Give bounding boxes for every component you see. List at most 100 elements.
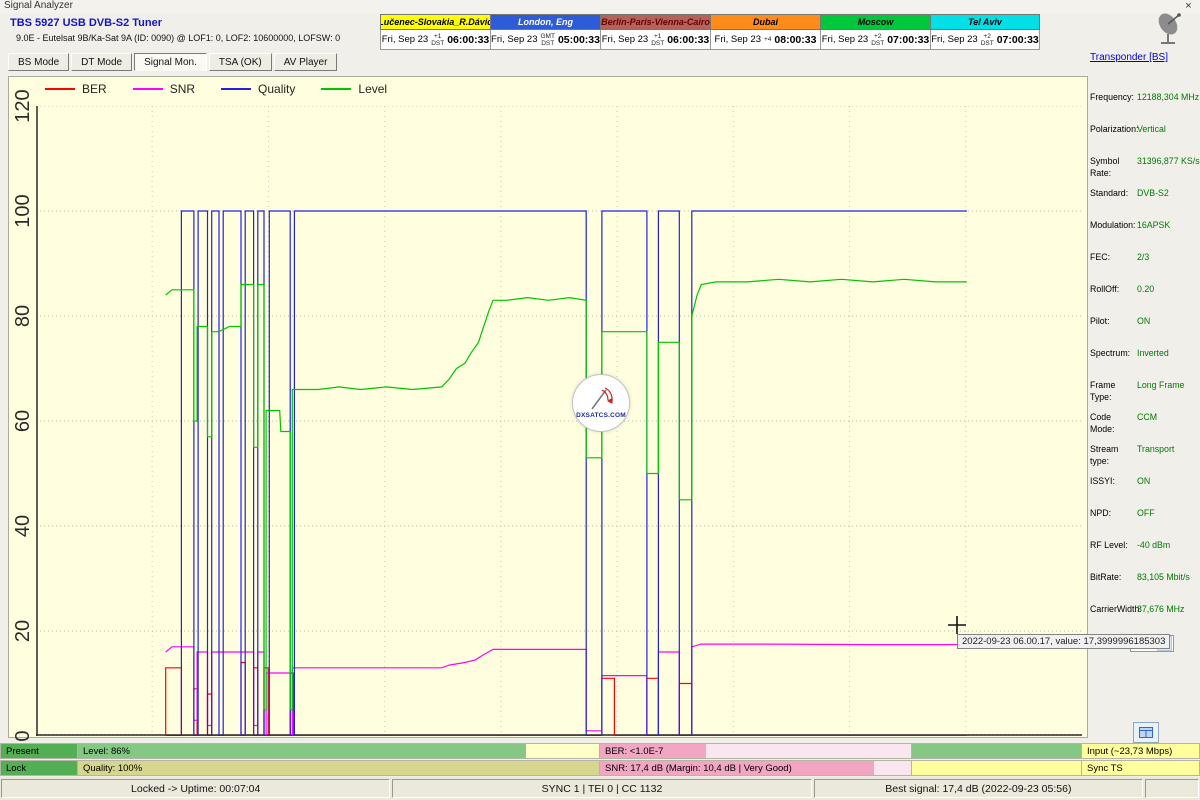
legend-snr: SNR bbox=[133, 82, 195, 96]
clock-moscow: MoscowFri, Sep 23+2DST07:00:33 bbox=[820, 14, 930, 50]
clock-datetime: Fri, Sep 23+408:00:33 bbox=[710, 30, 820, 50]
tab-dt-mode[interactable]: DT Mode bbox=[71, 53, 132, 71]
transponder-panel-title: Transponder [BS] bbox=[1090, 52, 1198, 63]
bar-label: Quality: 100% bbox=[78, 763, 142, 774]
clock-time: 06:00:33 bbox=[447, 34, 489, 46]
field-npd: NPD:OFF bbox=[1090, 507, 1198, 520]
panel-button[interactable] bbox=[1133, 722, 1159, 743]
legend-level: Level bbox=[321, 82, 387, 96]
clock-city-label: Lučenec-Slovakia_R.Dávid bbox=[380, 14, 490, 30]
field-value: Inverted bbox=[1137, 347, 1169, 359]
field-label: Polarization: bbox=[1090, 123, 1137, 135]
field-spectrum: Spectrum:Inverted bbox=[1090, 347, 1198, 360]
field-frequency: Frequency:12188,304 MHz bbox=[1090, 91, 1198, 104]
tab-signal-mon[interactable]: Signal Mon. bbox=[134, 53, 207, 71]
field-rolloff: RollOff:0.20 bbox=[1090, 283, 1198, 296]
uptime-status: Locked -> Uptime: 00:07:04 bbox=[1, 779, 390, 798]
plot-canvas[interactable] bbox=[36, 106, 1082, 736]
field-label: Modulation: bbox=[1090, 219, 1137, 231]
signal-analyzer-window: Signal Analyzer × TBS 5927 USB DVB-S2 Tu… bbox=[0, 0, 1200, 800]
clock-city-label: Moscow bbox=[820, 14, 930, 30]
field-value: 2/3 bbox=[1137, 251, 1149, 263]
field-label: BitRate: bbox=[1090, 571, 1137, 583]
plot-area[interactable] bbox=[36, 106, 1082, 736]
clock-date: Fri, Sep 23 bbox=[382, 34, 428, 45]
field-stream-type: Stream type:Transport bbox=[1090, 443, 1198, 456]
field-fec: FEC:2/3 bbox=[1090, 251, 1198, 264]
field-value: -40 dBm bbox=[1137, 539, 1170, 551]
world-clocks: Lučenec-Slovakia_R.DávidFri, Sep 23+1DST… bbox=[380, 14, 1040, 50]
sync-ts-label: Sync TS bbox=[1082, 760, 1200, 776]
clock-berl-n-paris-vienna-cairo: Berlín-Paris-Vienna-CairoFri, Sep 23+1DS… bbox=[600, 14, 710, 50]
field-label: Code Mode: bbox=[1090, 411, 1137, 435]
field-value: 37,676 MHz bbox=[1137, 603, 1184, 615]
signal-chart[interactable]: BERSNRQualityLevel DXSATCS.COM 020406080… bbox=[8, 76, 1088, 738]
best-signal-status: Best signal: 17,4 dB (2022-09-23 05:56) bbox=[814, 779, 1143, 798]
field-value: DVB-S2 bbox=[1137, 187, 1169, 199]
sync-status: SYNC 1 | TEI 0 | CC 1132 bbox=[392, 779, 811, 798]
field-value: 12188,304 MHz bbox=[1137, 91, 1199, 103]
clock-offset: +2DST bbox=[981, 33, 994, 47]
field-label: Standard: bbox=[1090, 187, 1137, 199]
monitor-rows: PresentLevel: 86%BER: <1.0E-7Input (~23,… bbox=[0, 743, 1200, 777]
legend-quality: Quality bbox=[221, 82, 295, 96]
field-standard: Standard:DVB-S2 bbox=[1090, 187, 1198, 200]
present-flag: Present bbox=[0, 743, 78, 759]
field-bitrate: BitRate:83,105 Mbit/s bbox=[1090, 571, 1198, 584]
field-polarization: Polarization:Vertical bbox=[1090, 123, 1198, 136]
field-pilot: Pilot:ON bbox=[1090, 315, 1198, 328]
titlebar: Signal Analyzer × bbox=[0, 0, 1200, 13]
mode-tabs: BS ModeDT ModeSignal Mon.TSA (OK)AV Play… bbox=[8, 53, 337, 71]
legend-label: BER bbox=[82, 82, 107, 96]
clock-date: Fri, Sep 23 bbox=[931, 34, 977, 45]
input-label: Input (~23,73 Mbps) bbox=[1082, 743, 1200, 759]
y-axis-label: 120 bbox=[12, 86, 32, 126]
field-value: 83,105 Mbit/s bbox=[1137, 571, 1190, 583]
dxsatcs-logo-graphic bbox=[586, 387, 616, 411]
field-rf-level: RF Level:-40 dBm bbox=[1090, 539, 1198, 552]
legend-line-icon bbox=[321, 88, 351, 90]
field-label: NPD: bbox=[1090, 507, 1137, 519]
clock-time: 07:00:33 bbox=[997, 34, 1039, 46]
field-label: RF Level: bbox=[1090, 539, 1137, 551]
clock-date: Fri, Sep 23 bbox=[602, 34, 648, 45]
field-value: Vertical bbox=[1137, 123, 1166, 135]
clock-date: Fri, Sep 23 bbox=[491, 34, 537, 45]
field-label: ISSYI: bbox=[1090, 475, 1137, 487]
bar-label: Level: 86% bbox=[78, 746, 130, 757]
clock-dubai: DubaiFri, Sep 23+408:00:33 bbox=[710, 14, 820, 50]
clock-city-label: Tel Aviv bbox=[930, 14, 1040, 30]
field-label: Spectrum: bbox=[1090, 347, 1137, 359]
quality-bar: Quality: 100% bbox=[78, 760, 600, 776]
field-value: 0.20 bbox=[1137, 283, 1154, 295]
clock-time: 06:00:33 bbox=[667, 34, 709, 46]
level-bar: Level: 86% bbox=[78, 743, 600, 759]
legend-line-icon bbox=[221, 88, 251, 90]
clock-time: 05:00:33 bbox=[558, 34, 600, 46]
field-value: ON bbox=[1137, 475, 1150, 487]
clock-offset: GMTDST bbox=[540, 33, 554, 47]
tab-bs-mode[interactable]: BS Mode bbox=[8, 53, 69, 71]
bar-fill bbox=[78, 744, 526, 758]
field-value: CCM bbox=[1137, 411, 1157, 423]
clock-offset: +4 bbox=[764, 36, 771, 43]
tuner-info: 9.0E - Eutelsat 9B/Ka-Sat 9A (ID: 0090) … bbox=[16, 33, 340, 43]
y-axis-label: 20 bbox=[12, 611, 32, 651]
snr-bar: SNR: 17,4 dB (Margin: 10,4 dB | Very Goo… bbox=[600, 760, 912, 776]
tab-av-player[interactable]: AV Player bbox=[274, 53, 338, 71]
window-title: Signal Analyzer bbox=[4, 0, 73, 11]
statusbar-spacer bbox=[1145, 779, 1199, 798]
statusbar: Locked -> Uptime: 00:07:04SYNC 1 | TEI 0… bbox=[0, 777, 1200, 800]
tuner-name: TBS 5927 USB DVB-S2 Tuner bbox=[10, 17, 162, 29]
field-label: Frame Type: bbox=[1090, 379, 1137, 403]
window-grid-icon bbox=[1139, 727, 1153, 738]
tab-tsa-ok[interactable]: TSA (OK) bbox=[209, 53, 272, 71]
monitor-row-2: LockQuality: 100%SNR: 17,4 dB (Margin: 1… bbox=[0, 760, 1200, 776]
field-label: Stream type: bbox=[1090, 443, 1137, 467]
status-label: Sync TS bbox=[1082, 763, 1123, 774]
field-value: 16APSK bbox=[1137, 219, 1170, 231]
clock-city-label: London, Eng bbox=[490, 14, 600, 30]
spacer-bar bbox=[912, 743, 1082, 759]
clock-datetime: Fri, Sep 23+2DST07:00:33 bbox=[820, 30, 930, 50]
bar-fill bbox=[78, 761, 599, 775]
